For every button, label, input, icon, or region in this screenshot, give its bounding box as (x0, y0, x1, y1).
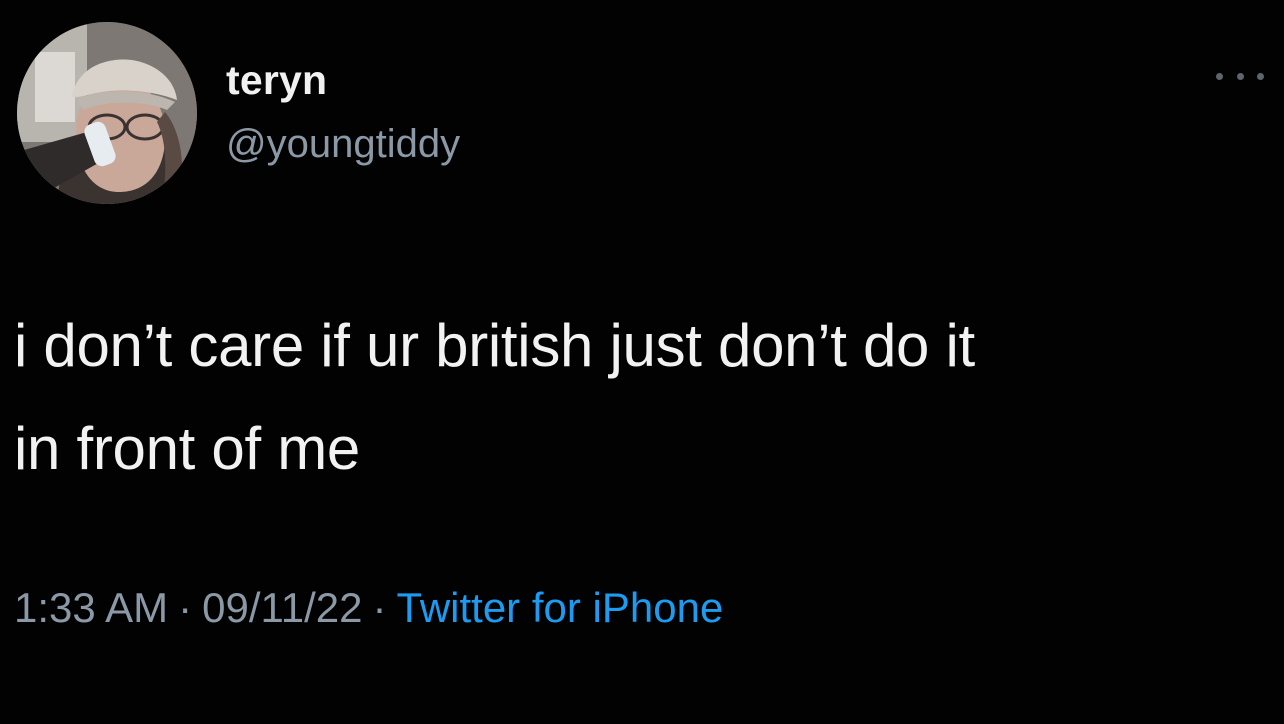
separator: · (178, 584, 193, 631)
tweet-text-line: in front of me (14, 415, 360, 482)
separator: · (372, 584, 387, 631)
tweet-metadata: 1:33 AM · 09/11/22 · Twitter for iPhone (14, 584, 723, 632)
tweet-time[interactable]: 1:33 AM (14, 584, 168, 631)
more-dot (1257, 72, 1264, 80)
tweet-text-line: i don’t care if ur british just don’t do… (14, 312, 975, 379)
tweet-date[interactable]: 09/11/22 (202, 584, 362, 631)
display-name[interactable]: teryn (226, 57, 327, 104)
more-options-icon[interactable] (1216, 64, 1264, 88)
more-dot (1236, 72, 1244, 80)
tweet-source-link[interactable]: Twitter for iPhone (396, 584, 723, 631)
profile-photo-icon (17, 22, 197, 204)
tweet-card: teryn @youngtiddy i don’t care if ur bri… (0, 0, 1284, 724)
user-handle[interactable]: @youngtiddy (226, 122, 460, 167)
avatar[interactable] (17, 22, 197, 204)
tweet-text: i don’t care if ur british just don’t do… (14, 294, 1244, 500)
more-dot (1216, 72, 1223, 80)
